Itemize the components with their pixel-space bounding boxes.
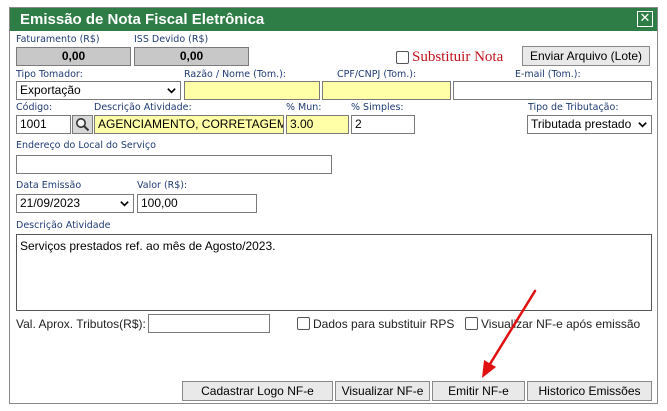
annotation-arrow xyxy=(482,289,537,378)
